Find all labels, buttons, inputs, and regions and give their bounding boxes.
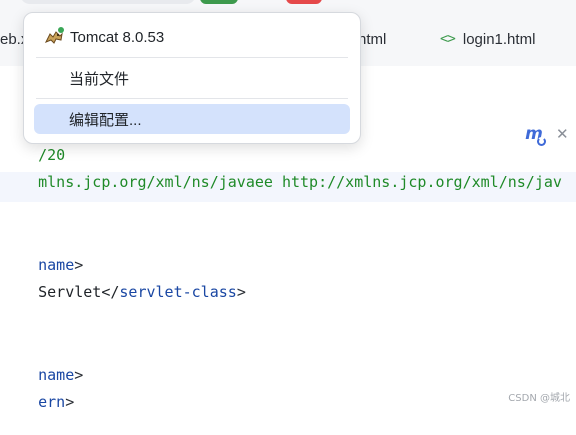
run-button[interactable] — [200, 0, 238, 4]
menu-item-tomcat[interactable]: Tomcat 8.0.53 — [34, 22, 350, 52]
code-line-7-bracket: > — [74, 366, 84, 384]
code-line-7: name> — [2, 342, 83, 384]
menu-item-edit-configurations-label: 编辑配置... — [69, 111, 142, 129]
tomcat-icon — [44, 27, 64, 46]
stop-button[interactable] — [286, 0, 322, 4]
code-line-8-tag: ern — [38, 393, 66, 411]
close-icon[interactable]: ✕ — [556, 125, 569, 143]
maven-reload-icon[interactable]: m — [520, 121, 548, 147]
tab-login1-html[interactable]: <> login1.html — [440, 28, 535, 50]
menu-separator — [36, 98, 348, 99]
code-line-6-bracket: > — [236, 283, 246, 301]
code-line-5: name> — [2, 232, 83, 274]
menu-item-current-file-label: 当前文件 — [69, 70, 130, 88]
floating-toolbar: m ✕ — [506, 116, 576, 152]
code-line-6: Servlet</servlet-class> — [2, 259, 246, 301]
menu-item-edit-configurations[interactable]: 编辑配置... — [34, 104, 350, 134]
code-line-6-tag: servlet-class — [119, 283, 237, 301]
run-config-selector[interactable] — [20, 0, 196, 4]
code-line-8-bracket: > — [65, 393, 75, 411]
code-line-8: ern> — [2, 369, 74, 411]
menu-item-current-file[interactable]: 当前文件 — [34, 63, 350, 93]
watermark: CSDN @城北 — [508, 393, 570, 404]
code-line-4-text: mlns.jcp.org/xml/ns/javaee http://xmlns.… — [38, 173, 562, 191]
tab-html[interactable]: html — [358, 28, 386, 50]
code-icon: <> — [440, 31, 456, 47]
menu-item-tomcat-label: Tomcat 8.0.53 — [70, 28, 165, 46]
run-config-popup: Tomcat 8.0.53 当前文件 编辑配置... — [23, 12, 361, 144]
code-line-6-value: Servlet</ — [38, 283, 120, 301]
tab-html-label: html — [358, 30, 387, 48]
code-line-4: mlns.jcp.org/xml/ns/javaee http://xmlns.… — [2, 149, 562, 191]
menu-separator — [36, 57, 348, 58]
tab-login1-label: login1.html — [462, 30, 536, 48]
